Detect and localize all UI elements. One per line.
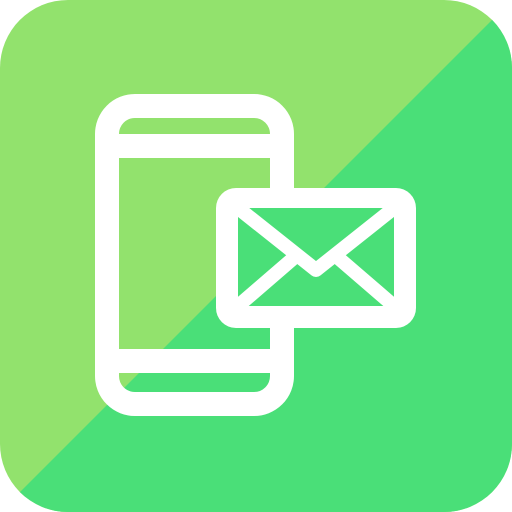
- app-icon: [0, 0, 512, 512]
- phone-message-icon: [0, 0, 512, 512]
- envelope-icon: [216, 188, 416, 328]
